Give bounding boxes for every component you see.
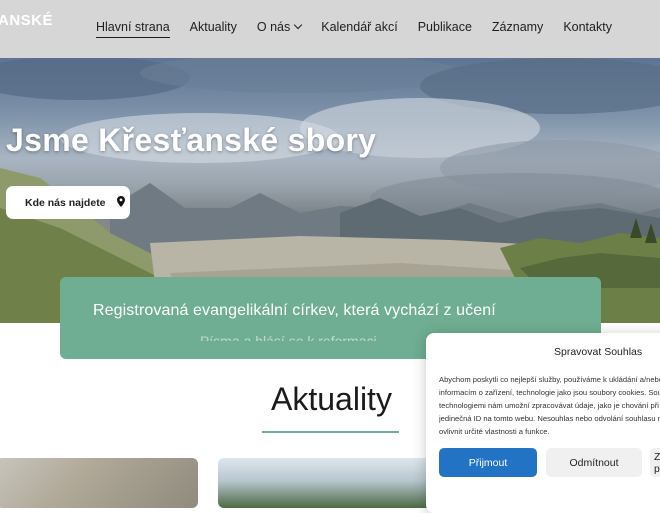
nav-item-about-label: O nás <box>256 20 291 34</box>
main-nav: Hlavní strana Aktuality O nás Kalendář a… <box>96 20 632 38</box>
mission-text-line2: Písma a hlásí se k reformaci <box>200 333 377 341</box>
nav-item-publications[interactable]: Publikace <box>418 20 472 34</box>
nav-item-news[interactable]: Aktuality <box>190 20 237 34</box>
hero-title: Jsme Křesťanské sbory <box>6 122 377 158</box>
nav-item-calendar[interactable]: Kalendář akcí <box>321 20 397 34</box>
cookie-text-line: Abychom poskytli co nejlepší služby, pou… <box>439 375 660 384</box>
reject-cookies-button[interactable]: Odmítnout <box>546 448 642 477</box>
find-us-button-label: Kde nás najdete <box>25 196 106 209</box>
site-header: ANSKÉ Hlavní strana Aktuality O nás Kale… <box>0 0 660 58</box>
find-us-button[interactable]: Kde nás najdete <box>6 186 130 219</box>
news-section-title: Aktuality <box>271 381 392 417</box>
news-card-image[interactable] <box>0 458 198 508</box>
chevron-down-icon <box>294 20 303 30</box>
cookie-text-line: ovlivnit určité vlastnosti a funkce. <box>439 427 550 436</box>
cookie-text-line: technologiemi nám umožní zpracovávat úda… <box>439 401 660 410</box>
cookie-consent-dialog: Spravovat Souhlas Abychom poskytli co ne… <box>426 333 660 513</box>
nav-item-contacts[interactable]: Kontakty <box>563 20 612 34</box>
news-card-image[interactable] <box>218 458 438 508</box>
cookie-preferences-button[interactable]: Zobrazit předvolby <box>650 448 660 477</box>
site-logo[interactable]: ANSKÉ <box>0 12 53 29</box>
cookie-dialog-title: Spravovat Souhlas <box>554 346 643 358</box>
cookie-text-line: jedinečná ID na tomto webu. Nesouhlas ne… <box>439 414 660 423</box>
nav-item-about[interactable]: O nás <box>256 20 303 34</box>
news-title-underline <box>262 431 399 433</box>
accept-cookies-button[interactable]: Přijmout <box>439 448 537 477</box>
cookie-text-line: informacím o zařízení, technologie jako … <box>439 388 660 397</box>
cookie-dialog-text: Abychom poskytli co nejlepší služby, pou… <box>439 373 660 438</box>
mission-text: Registrovaná evangelikální církev, která… <box>93 302 496 319</box>
nav-item-recordings[interactable]: Záznamy <box>492 20 543 34</box>
nav-item-home[interactable]: Hlavní strana <box>96 20 170 38</box>
